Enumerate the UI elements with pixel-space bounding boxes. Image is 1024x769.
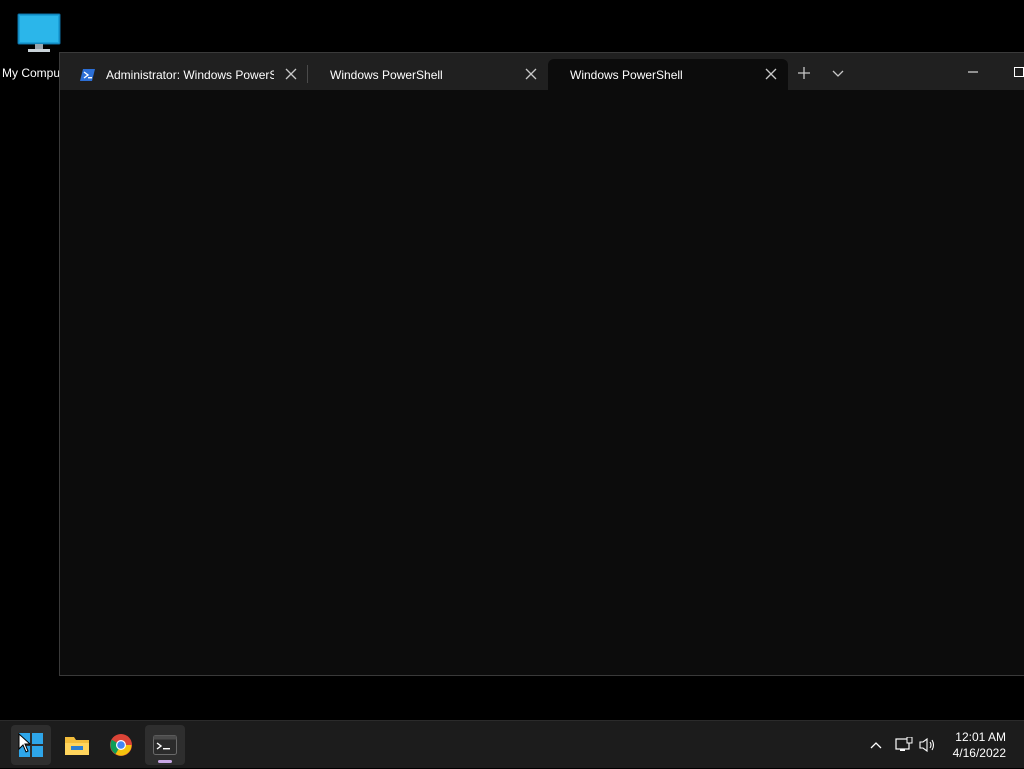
clock-time: 12:01 AM [955, 730, 1006, 744]
chrome-icon [110, 734, 132, 756]
terminal-content[interactable] [60, 90, 1024, 675]
network-button[interactable] [892, 721, 916, 769]
minimize-button[interactable] [950, 53, 996, 90]
file-explorer-button[interactable] [57, 725, 97, 765]
minimize-icon [968, 71, 978, 72]
tab-windows-powershell-1[interactable]: Windows PowerShell [308, 59, 548, 90]
chrome-button[interactable] [101, 725, 141, 765]
taskbar: 12:01 AM 4/16/2022 [0, 720, 1024, 768]
tab-administrator-powershell[interactable]: Administrator: Windows PowerS [68, 59, 308, 90]
tab-label: Windows PowerShell [330, 67, 443, 82]
folder-icon [65, 737, 89, 755]
maximize-button[interactable] [996, 53, 1024, 90]
powershell-icon [80, 68, 95, 81]
clock-date: 4/16/2022 [952, 746, 1006, 760]
terminal-icon [153, 735, 177, 755]
close-tab-icon[interactable] [764, 67, 778, 81]
show-hidden-icons-button[interactable] [864, 721, 888, 769]
volume-icon [919, 737, 935, 753]
terminal-window: Administrator: Windows PowerS Windows Po… [59, 52, 1024, 676]
mouse-cursor-icon [18, 733, 32, 753]
terminal-taskbar-button[interactable] [145, 725, 185, 765]
chevron-down-icon [832, 70, 844, 77]
plus-icon [798, 67, 810, 79]
tab-windows-powershell-2[interactable]: Windows PowerShell [548, 59, 788, 90]
network-icon [895, 737, 913, 751]
tab-label: Windows PowerShell [570, 67, 683, 82]
new-tab-button[interactable] [790, 59, 818, 87]
monitor-icon [17, 13, 61, 52]
desktop: My Compu Administrator: Windows PowerS W… [0, 0, 1024, 720]
tab-label: Administrator: Windows PowerS [106, 67, 274, 82]
maximize-icon [1014, 66, 1024, 77]
tab-dropdown-button[interactable] [824, 59, 852, 87]
close-tab-icon[interactable] [524, 67, 538, 81]
close-tab-icon[interactable] [284, 67, 298, 81]
chevron-up-icon [870, 742, 882, 749]
active-app-indicator [158, 760, 172, 763]
clock[interactable]: 12:01 AM 4/16/2022 [936, 729, 1006, 761]
title-bar[interactable]: Administrator: Windows PowerS Windows Po… [60, 53, 1024, 90]
